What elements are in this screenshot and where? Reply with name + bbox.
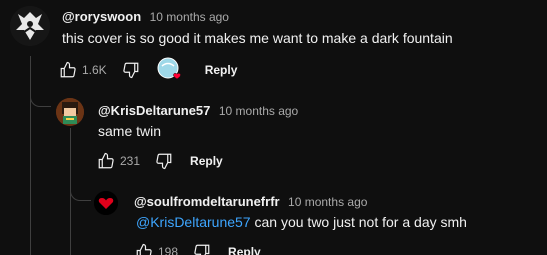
comment-thread: @roryswoon 10 months ago this cover is s…	[0, 0, 547, 255]
comment-text: same twin	[98, 123, 162, 139]
comment-timestamp[interactable]: 10 months ago	[150, 10, 229, 24]
kris-avatar-icon[interactable]	[56, 98, 84, 126]
comment-text: can you two just not for a day smh	[250, 214, 467, 230]
red-heart-soul-avatar-icon[interactable]	[94, 191, 118, 215]
comment-timestamp[interactable]: 10 months ago	[288, 195, 367, 209]
reply-button[interactable]: Reply	[205, 63, 238, 77]
dislike-icon[interactable]	[121, 60, 141, 80]
reply-button[interactable]: Reply	[190, 154, 223, 168]
comment-header: @roryswoon 10 months ago	[62, 8, 229, 26]
comment-timestamp[interactable]: 10 months ago	[219, 104, 298, 118]
roaring-knight-avatar-icon[interactable]	[10, 6, 50, 46]
thread-curve-2	[70, 184, 91, 201]
comment-author[interactable]: @KrisDeltarune57	[98, 103, 210, 118]
like-icon[interactable]	[96, 151, 116, 171]
comment-actions: 198 Reply	[134, 240, 261, 255]
comment-author[interactable]: @soulfromdeltarunefrfr	[134, 194, 280, 209]
reply-button[interactable]: Reply	[228, 245, 261, 255]
like-count: 231	[120, 154, 141, 168]
like-count: 198	[158, 245, 179, 255]
dislike-icon[interactable]	[192, 242, 212, 255]
comment-header: @soulfromdeltarunefrfr 10 months ago	[134, 193, 367, 211]
thread-curve-1	[30, 90, 51, 107]
like-icon[interactable]	[58, 60, 78, 80]
comment-header: @KrisDeltarune57 10 months ago	[98, 102, 298, 120]
thread-line-1	[30, 56, 31, 255]
comment-actions: 231 Reply	[96, 149, 223, 173]
comment-text-line: @KrisDeltarune57 can you two just not fo…	[136, 214, 467, 230]
mention-link[interactable]: @KrisDeltarune57	[136, 214, 251, 230]
comment-author[interactable]: @roryswoon	[62, 9, 141, 24]
dislike-icon[interactable]	[154, 151, 174, 171]
creator-heart-icon[interactable]	[157, 57, 183, 83]
comment-text: this cover is so good it makes me want t…	[62, 30, 453, 46]
comment-actions: 1.6K Reply	[58, 57, 238, 83]
like-icon[interactable]	[134, 242, 154, 255]
like-count: 1.6K	[82, 63, 107, 77]
